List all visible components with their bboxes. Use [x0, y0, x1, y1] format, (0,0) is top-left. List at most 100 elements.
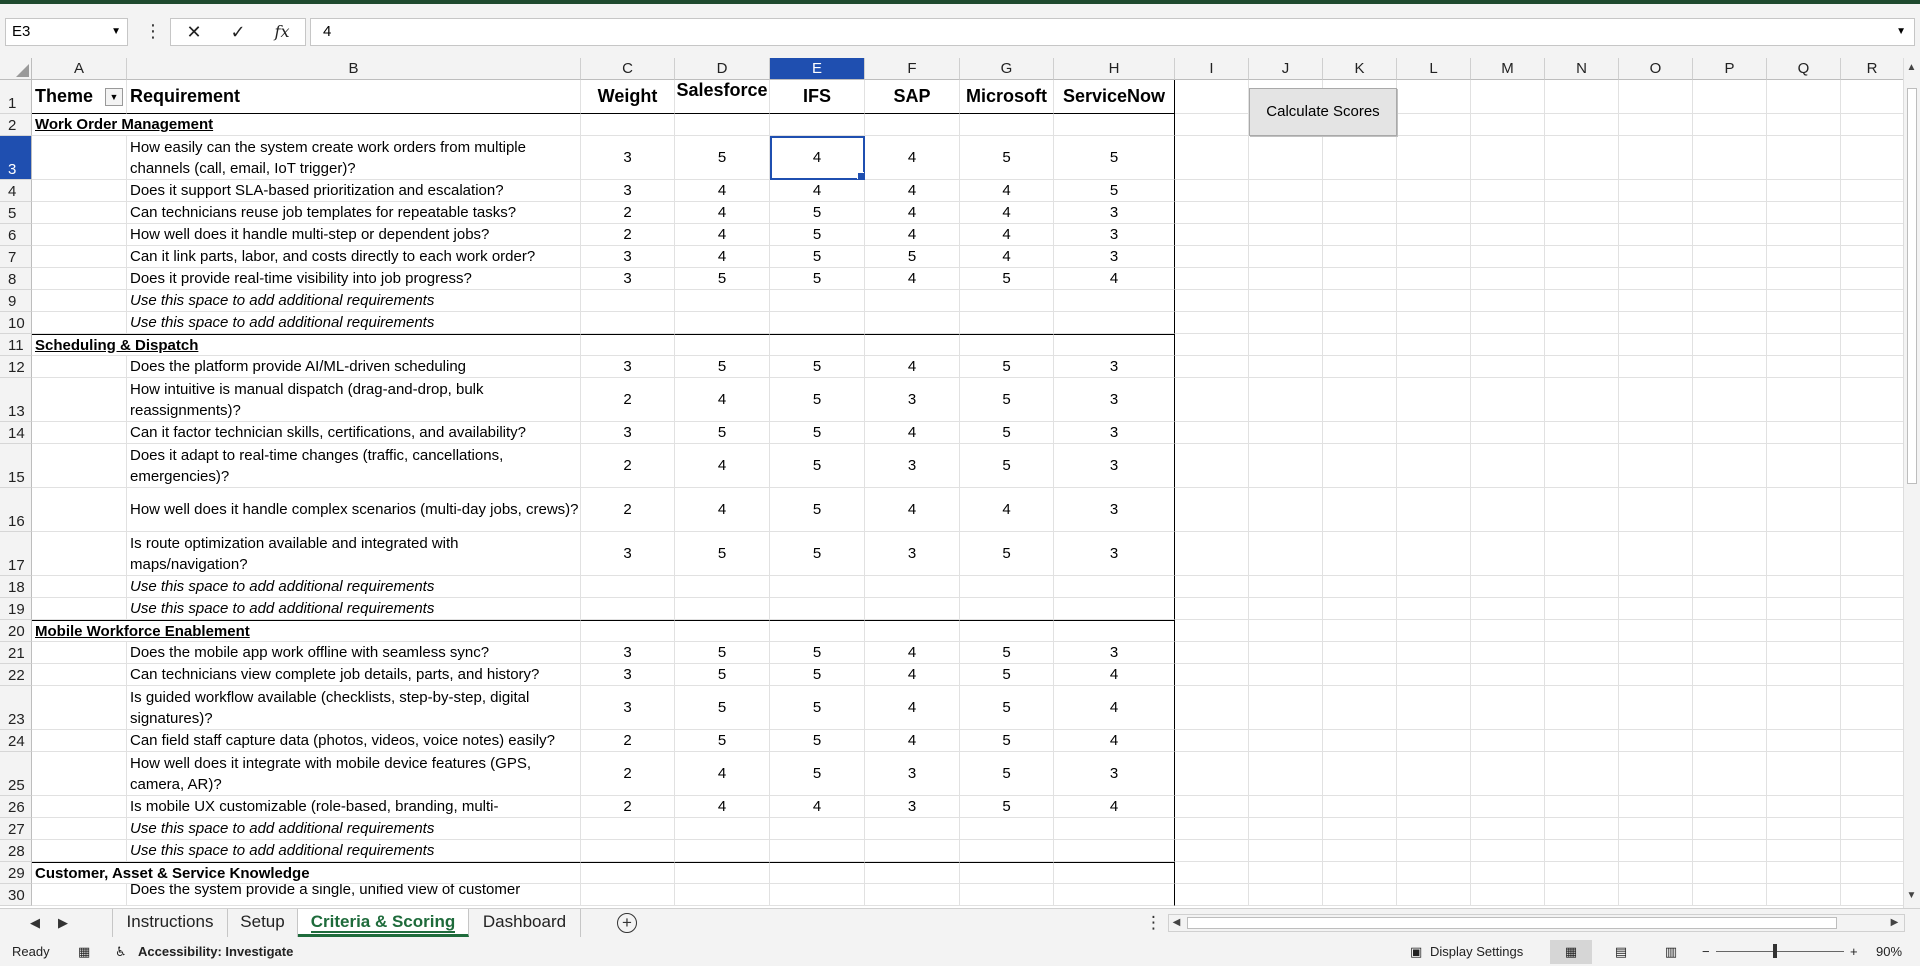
- empty-cell[interactable]: [1175, 576, 1249, 598]
- empty-cell[interactable]: [1175, 422, 1249, 444]
- score-cell-salesforce[interactable]: 5: [675, 686, 770, 730]
- empty-cell[interactable]: [1841, 356, 1904, 378]
- empty-cell[interactable]: [1249, 642, 1323, 664]
- empty-cell[interactable]: [1545, 664, 1619, 686]
- empty-cell[interactable]: [1175, 312, 1249, 334]
- empty-cell[interactable]: [1249, 202, 1323, 224]
- column-header-n[interactable]: N: [1545, 58, 1619, 80]
- theme-cell[interactable]: [32, 576, 127, 598]
- empty-cell[interactable]: [1767, 202, 1841, 224]
- score-cell-salesforce[interactable]: [675, 576, 770, 598]
- empty-cell[interactable]: [1471, 752, 1545, 796]
- empty-cell[interactable]: [1693, 114, 1767, 136]
- weight-cell[interactable]: 3: [581, 356, 675, 378]
- column-header-b[interactable]: B: [127, 58, 581, 80]
- placeholder-requirement[interactable]: Use this space to add additional require…: [127, 818, 581, 840]
- empty-cell[interactable]: [1619, 576, 1693, 598]
- empty-cell[interactable]: [1397, 664, 1471, 686]
- empty-cell[interactable]: [1693, 224, 1767, 246]
- weight-cell[interactable]: [581, 334, 675, 356]
- placeholder-requirement[interactable]: Use this space to add additional require…: [127, 312, 581, 334]
- empty-cell[interactable]: [1175, 488, 1249, 532]
- empty-cell[interactable]: [1619, 224, 1693, 246]
- row-header-22[interactable]: 22: [0, 664, 32, 686]
- score-cell-servicenow[interactable]: [1054, 290, 1175, 312]
- weight-cell[interactable]: 2: [581, 752, 675, 796]
- header-theme[interactable]: Theme ▼: [32, 80, 127, 114]
- empty-cell[interactable]: [1619, 620, 1693, 642]
- cancel-icon[interactable]: ✕: [177, 19, 211, 45]
- placeholder-requirement[interactable]: Use this space to add additional require…: [127, 576, 581, 598]
- theme-cell[interactable]: [32, 268, 127, 290]
- score-cell-sap[interactable]: [865, 862, 960, 884]
- empty-cell[interactable]: [1767, 884, 1841, 906]
- row-header-7[interactable]: 7: [0, 246, 32, 268]
- empty-cell[interactable]: [1397, 180, 1471, 202]
- empty-cell[interactable]: [1175, 378, 1249, 422]
- empty-cell[interactable]: [1249, 796, 1323, 818]
- score-cell-servicenow[interactable]: 3: [1054, 202, 1175, 224]
- score-cell-sap[interactable]: 4: [865, 224, 960, 246]
- empty-cell[interactable]: [1471, 290, 1545, 312]
- empty-cell[interactable]: [1249, 224, 1323, 246]
- empty-cell[interactable]: [1545, 180, 1619, 202]
- empty-cell[interactable]: [1841, 730, 1904, 752]
- score-cell-salesforce[interactable]: 4: [675, 224, 770, 246]
- column-header-q[interactable]: Q: [1767, 58, 1841, 80]
- empty-cell[interactable]: [1545, 796, 1619, 818]
- score-cell-ifs[interactable]: 5: [770, 246, 865, 268]
- empty-cell[interactable]: [1471, 444, 1545, 488]
- empty-cell[interactable]: [1619, 862, 1693, 884]
- empty-cell[interactable]: [1175, 114, 1249, 136]
- empty-cell[interactable]: [1249, 686, 1323, 730]
- row-header-5[interactable]: 5: [0, 202, 32, 224]
- score-cell-salesforce[interactable]: 4: [675, 180, 770, 202]
- empty-cell[interactable]: [1841, 80, 1904, 114]
- score-cell-sap[interactable]: [865, 598, 960, 620]
- score-cell-ifs[interactable]: 5: [770, 268, 865, 290]
- weight-cell[interactable]: 3: [581, 422, 675, 444]
- placeholder-requirement[interactable]: Use this space to add additional require…: [127, 598, 581, 620]
- empty-cell[interactable]: [1323, 686, 1397, 730]
- score-cell-servicenow[interactable]: 3: [1054, 488, 1175, 532]
- score-cell-servicenow[interactable]: 3: [1054, 532, 1175, 576]
- tab-next-icon[interactable]: ▶: [58, 915, 68, 931]
- empty-cell[interactable]: [1471, 356, 1545, 378]
- more-tabs-icon[interactable]: ⋮: [1145, 913, 1162, 933]
- empty-cell[interactable]: [1767, 356, 1841, 378]
- empty-cell[interactable]: [1619, 180, 1693, 202]
- empty-cell[interactable]: [1471, 642, 1545, 664]
- weight-cell[interactable]: [581, 598, 675, 620]
- score-cell-sap[interactable]: 4: [865, 268, 960, 290]
- theme-cell[interactable]: [32, 532, 127, 576]
- row-header-2[interactable]: 2: [0, 114, 32, 136]
- requirement-text[interactable]: Can it factor technician skills, certifi…: [127, 422, 581, 444]
- empty-cell[interactable]: [1619, 246, 1693, 268]
- empty-cell[interactable]: [1175, 202, 1249, 224]
- placeholder-requirement[interactable]: Use this space to add additional require…: [127, 290, 581, 312]
- empty-cell[interactable]: [1323, 818, 1397, 840]
- score-cell-sap[interactable]: 4: [865, 356, 960, 378]
- score-cell-ifs[interactable]: 4: [770, 180, 865, 202]
- weight-cell[interactable]: 3: [581, 642, 675, 664]
- theme-cell[interactable]: [32, 246, 127, 268]
- empty-cell[interactable]: [1619, 422, 1693, 444]
- empty-cell[interactable]: [1693, 80, 1767, 114]
- empty-cell[interactable]: [1249, 246, 1323, 268]
- empty-cell[interactable]: [1841, 422, 1904, 444]
- score-cell-sap[interactable]: [865, 334, 960, 356]
- enter-icon[interactable]: ✓: [221, 19, 255, 45]
- worksheet-grid[interactable]: A B C D E F G H I J K L M N O P Q R 1 Theme ▼ Requirement Weig…: [0, 58, 1905, 908]
- empty-cell[interactable]: [1619, 598, 1693, 620]
- empty-cell[interactable]: [1249, 752, 1323, 796]
- empty-cell[interactable]: [1175, 884, 1249, 906]
- score-cell-servicenow[interactable]: 3: [1054, 642, 1175, 664]
- empty-cell[interactable]: [1323, 884, 1397, 906]
- score-cell-microsoft[interactable]: [960, 114, 1054, 136]
- header-vendor-sap[interactable]: SAP: [865, 80, 960, 114]
- empty-cell[interactable]: [1323, 202, 1397, 224]
- empty-cell[interactable]: [1175, 642, 1249, 664]
- empty-cell[interactable]: [1471, 796, 1545, 818]
- weight-cell[interactable]: [581, 840, 675, 862]
- empty-cell[interactable]: [1175, 730, 1249, 752]
